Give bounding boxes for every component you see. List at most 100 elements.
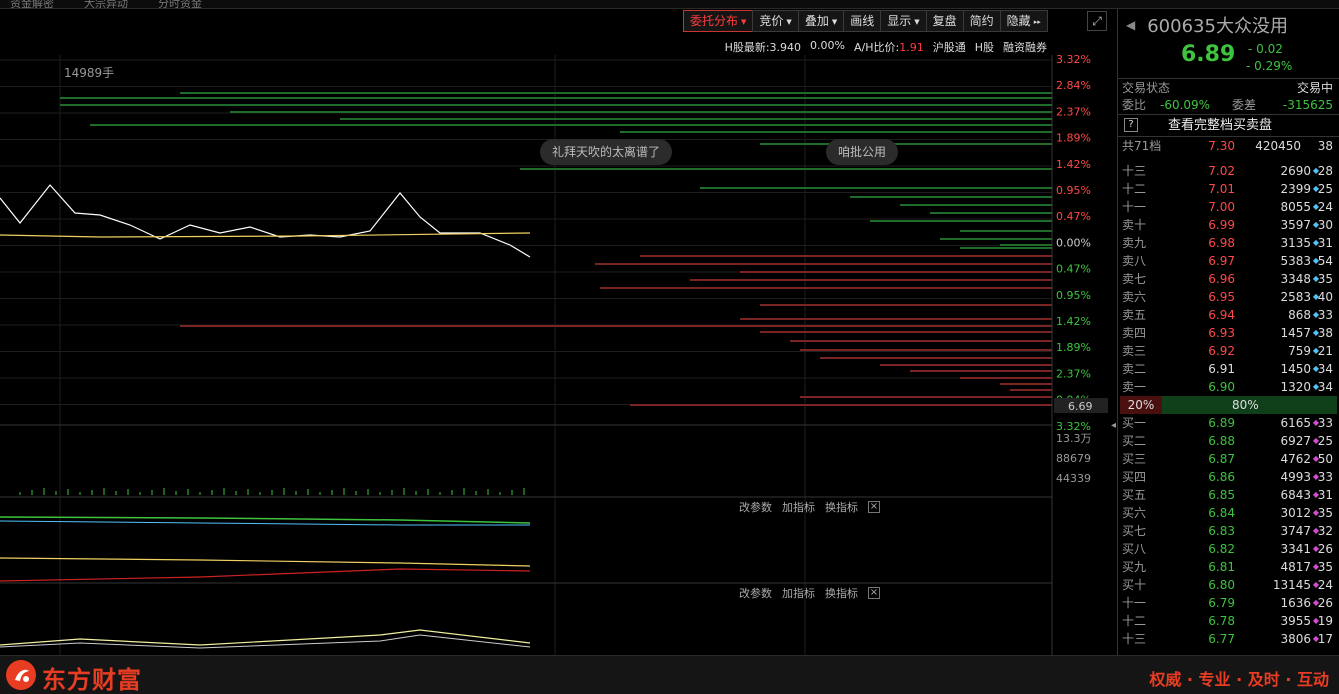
toolbar-btn-label: 叠加	[804, 14, 829, 28]
level-price: 6.95	[1208, 290, 1235, 304]
asks-row[interactable]: 卖八 6.97 5383 ◆ 54	[1118, 252, 1339, 270]
level-price: 6.81	[1208, 560, 1235, 574]
asks-row[interactable]: 卖四 6.93 1457 ◆ 38	[1118, 324, 1339, 342]
chart-area[interactable]: 14989手 3.32% 2.84% 2.37% 1.89% 1.42% 0.95% 0.47…	[0, 53, 1110, 655]
full-book-row[interactable]: ? 查看完整档买卖盘	[1118, 114, 1339, 136]
close-icon[interactable]: ×	[868, 501, 880, 513]
help-icon[interactable]: ?	[1124, 118, 1138, 132]
tab-fund-decode[interactable]: 资金解密	[10, 0, 54, 8]
switch-indicator-button[interactable]: 换指标	[825, 499, 858, 515]
buy-sell-ratio: 20% 80%	[1120, 396, 1337, 414]
expand-icon[interactable]: ⤢	[1087, 11, 1107, 31]
toolbar-btn-2[interactable]: 叠加 ▼	[797, 10, 845, 32]
brand-slogan: 权威 · 专业 · 及时 · 互动	[1149, 670, 1329, 689]
vol-axis-label: 88679	[1056, 452, 1091, 465]
level-label: 买十	[1122, 578, 1147, 592]
toolbar-btn-1[interactable]: 竞价 ▼	[752, 10, 799, 32]
level-volume: 3597	[1280, 218, 1311, 232]
h-share-latest: H股最新:3.940	[724, 41, 802, 54]
switch-indicator-button[interactable]: 换指标	[825, 585, 858, 601]
edit-params-button[interactable]: 改参数	[739, 499, 772, 515]
level-count: 30	[1317, 218, 1333, 232]
bids-row[interactable]: 买三 6.87 4762 ◆ 50	[1118, 450, 1339, 468]
prev-stock-icon[interactable]: ◀	[1126, 18, 1135, 32]
add-indicator-button[interactable]: 加指标	[782, 499, 815, 515]
level-label: 卖七	[1122, 272, 1147, 286]
asks-row[interactable]: 卖九 6.98 3135 ◆ 31	[1118, 234, 1339, 252]
bids-row[interactable]: 买八 6.82 3341 ◆ 26	[1118, 540, 1339, 558]
level-label: 十三	[1122, 632, 1147, 646]
asks-row[interactable]: 卖六 6.95 2583 ◆ 40	[1118, 288, 1339, 306]
axis-tick-label: 2.84%	[1056, 79, 1091, 92]
asks-row[interactable]: 卖二 6.91 1450 ◆ 34	[1118, 360, 1339, 378]
toolbar-btn-7[interactable]: 隐藏 ▸▸	[999, 10, 1048, 32]
level-volume: 4993	[1280, 470, 1311, 484]
asks-row[interactable]: 卖五 6.94 868 ◆ 33	[1118, 306, 1339, 324]
level-label: 十三	[1122, 164, 1147, 178]
asks-row[interactable]: 十二 7.01 2399 ◆ 25	[1118, 180, 1339, 198]
axis-tick-label: 0.00%	[1056, 236, 1091, 249]
bids-row[interactable]: 十一 6.79 1636 ◆ 26	[1118, 594, 1339, 612]
level-volume: 4762	[1280, 452, 1311, 466]
close-icon[interactable]: ×	[868, 587, 880, 599]
asks-row[interactable]: 十一 7.00 8055 ◆ 24	[1118, 198, 1339, 216]
level-count: 35	[1317, 560, 1333, 574]
level-price: 6.98	[1208, 236, 1235, 250]
cursor-price: 6.69	[1068, 400, 1093, 413]
link-h-share[interactable]: H股	[975, 39, 994, 55]
asks-row[interactable]: 卖一 6.90 1320 ◆ 34	[1118, 378, 1339, 396]
toolbar-btn-0[interactable]: 委托分布 ▼	[683, 10, 754, 32]
level-label: 买六	[1122, 506, 1147, 520]
edit-params-button[interactable]: 改参数	[739, 585, 772, 601]
asks-row[interactable]: 卖三 6.92 759 ◆ 21	[1118, 342, 1339, 360]
level-price: 6.87	[1208, 452, 1235, 466]
bids-row[interactable]: 买九 6.81 4817 ◆ 35	[1118, 558, 1339, 576]
toolbar-btn-6[interactable]: 简约	[962, 10, 1001, 32]
level-volume: 759	[1288, 344, 1311, 358]
level-price: 6.92	[1208, 344, 1235, 358]
level-price: 6.82	[1208, 542, 1235, 556]
full-book-link[interactable]: 查看完整档买卖盘	[1168, 115, 1272, 137]
level-label: 卖九	[1122, 236, 1147, 250]
buy-ratio: 80%	[1162, 396, 1337, 414]
asks-row[interactable]: 十三 7.02 2690 ◆ 28	[1118, 162, 1339, 180]
level-count: 38	[1317, 326, 1333, 340]
footer-bar: 东方财富 权威 · 专业 · 及时 · 互动	[0, 655, 1339, 694]
bids-row[interactable]: 十三 6.77 3806 ◆ 17	[1118, 630, 1339, 648]
brand-name: 东方财富	[42, 666, 142, 694]
level-label: 买一	[1122, 416, 1147, 430]
comment-bubble-1[interactable]: 礼拜天吹的太离谱了	[540, 139, 673, 165]
bids-row[interactable]: 买四 6.86 4993 ◆ 33	[1118, 468, 1339, 486]
level-volume: 4817	[1280, 560, 1311, 574]
level-count: 34	[1317, 380, 1333, 394]
bids-row[interactable]: 买七 6.83 3747 ◆ 32	[1118, 522, 1339, 540]
level-label: 卖四	[1122, 326, 1147, 340]
bids-row[interactable]: 十二 6.78 3955 ◆ 19	[1118, 612, 1339, 630]
tab-minute-fund[interactable]: 分时资金	[158, 0, 202, 8]
total-cnt: 38	[1317, 139, 1333, 153]
bids-row[interactable]: 买十 6.80 13145 ◆ 24	[1118, 576, 1339, 594]
brand-logo-icon	[6, 660, 36, 690]
chart-toolbar: 委托分布 ▼ 竞价 ▼ 叠加 ▼ 画线 显示 ▼ 复盘 简约 隐藏 ▸▸	[683, 10, 1048, 32]
level-volume: 1450	[1280, 362, 1311, 376]
ah-ratio-label: A/H比价:	[854, 41, 900, 54]
bids-row[interactable]: 买二 6.88 6927 ◆ 25	[1118, 432, 1339, 450]
link-hk-connect[interactable]: 沪股通	[933, 39, 966, 55]
toolbar-btn-3[interactable]: 画线	[843, 10, 882, 32]
bids-row[interactable]: 买五 6.85 6843 ◆ 31	[1118, 486, 1339, 504]
level-count: 33	[1317, 470, 1333, 484]
level-price: 6.84	[1208, 506, 1235, 520]
double-arrow-icon: ▸▸	[1033, 17, 1041, 26]
add-indicator-button[interactable]: 加指标	[782, 585, 815, 601]
comment-bubble-2[interactable]: 咱批公用	[826, 139, 899, 165]
level-price: 6.99	[1208, 218, 1235, 232]
asks-row[interactable]: 卖七 6.96 3348 ◆ 35	[1118, 270, 1339, 288]
quote-panel: ◀ 600635大众没用 6.89 - 0.02 - 0.29% 交易状态 交易…	[1117, 9, 1339, 655]
bids-row[interactable]: 买一 6.89 6165 ◆ 33	[1118, 414, 1339, 432]
asks-row[interactable]: 卖十 6.99 3597 ◆ 30	[1118, 216, 1339, 234]
tab-block-trade[interactable]: 大宗异动	[84, 0, 128, 8]
toolbar-btn-5[interactable]: 复盘	[925, 10, 964, 32]
link-margin[interactable]: 融资融券	[1003, 39, 1047, 55]
toolbar-btn-4[interactable]: 显示 ▼	[880, 10, 927, 32]
bids-row[interactable]: 买六 6.84 3012 ◆ 35	[1118, 504, 1339, 522]
